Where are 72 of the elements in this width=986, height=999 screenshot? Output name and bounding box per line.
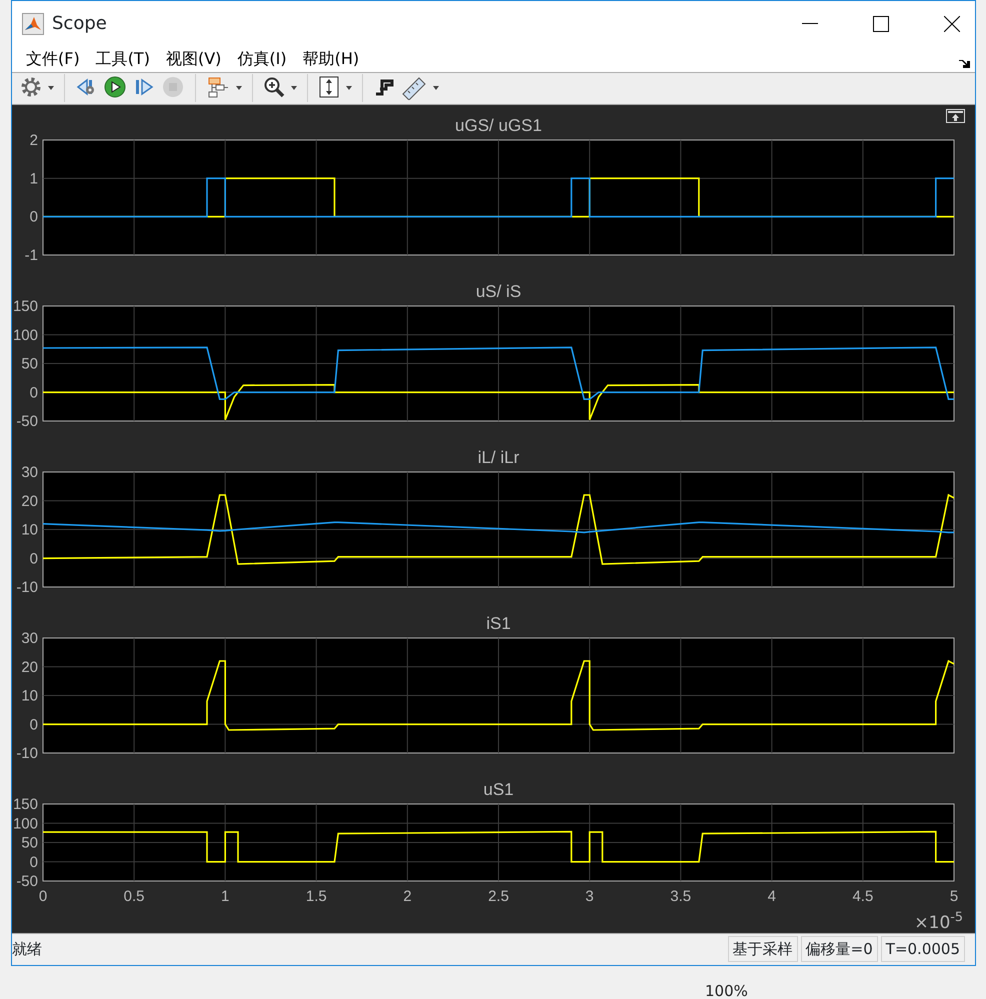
status-field: 基于采样	[728, 936, 798, 962]
axis-tick-label: 2	[403, 888, 412, 905]
caret-icon	[433, 86, 439, 90]
minimize-icon	[802, 22, 818, 24]
maximize-icon	[873, 16, 889, 32]
axis-tick-label: 0	[30, 384, 38, 402]
axis-tick-label: 2.5	[488, 888, 509, 905]
axis-tick-label: 4	[768, 888, 776, 905]
axis-tick-label: 20	[21, 492, 38, 510]
axis-tick-label: 3.5	[670, 888, 692, 905]
dropdown-button[interactable]	[46, 84, 56, 92]
axis-tick-label: 1	[30, 170, 38, 188]
axis-tick-label: 2	[30, 132, 38, 149]
undock-icon[interactable]	[946, 108, 965, 123]
axis-tick-label: 50	[21, 355, 38, 372]
status-field: 偏移量=0	[800, 936, 878, 962]
axis-tick-label: 100	[12, 815, 38, 832]
status-field: T=0.0005	[880, 936, 965, 962]
axis-tick-label: 150	[12, 796, 38, 813]
scale-axes-icon	[318, 76, 340, 100]
axis-tick-label: 0.5	[124, 888, 145, 905]
axis-tick-label: 1	[221, 888, 230, 905]
chart-title: iS1	[486, 614, 511, 633]
axis-tick-label: 0	[30, 716, 38, 734]
menu-item[interactable]: 视图(V)	[160, 46, 228, 71]
axis-tick-label: 100	[12, 326, 38, 344]
menu-item[interactable]: 帮助(H)	[296, 46, 366, 71]
axis-tick-label: 5	[950, 888, 958, 905]
axis-tick-label: -10	[16, 578, 38, 596]
axis-tick-label: 0	[38, 888, 48, 905]
axis-multiplier: ×10$^{-5}$	[914, 912, 963, 933]
chart-title: iL/ iLr	[478, 448, 520, 467]
dock-arrow-icon[interactable]	[959, 58, 971, 69]
axis-tick-label: 30	[21, 630, 38, 647]
chart-title: uS/ iS	[476, 282, 522, 301]
axis-tick-label: 30	[21, 464, 38, 481]
caret-icon	[291, 86, 297, 90]
axis-tick-label: 10	[21, 521, 38, 538]
caret-icon	[236, 86, 242, 90]
axis-tick-label: 20	[21, 658, 38, 676]
axis-tick-label: 0	[30, 854, 38, 871]
status-text: 就绪	[12, 939, 42, 960]
axis-tick-label: 50	[21, 834, 38, 852]
axis-tick-label: 0	[30, 550, 38, 568]
dropdown-button[interactable]	[431, 84, 441, 92]
hierarchy-icon	[206, 76, 230, 100]
dropdown-button[interactable]	[289, 84, 299, 92]
axis-tick-label: 10	[21, 687, 38, 704]
axis-tick-label: 1.5	[306, 888, 327, 905]
axis-tick-label: 3	[585, 888, 594, 905]
axis-tick-label: 4.5	[852, 888, 874, 905]
window-title: Scope	[52, 12, 107, 36]
axis-tick-label: 150	[12, 298, 38, 315]
play-icon	[103, 76, 127, 100]
zoom-level-text: 100%	[705, 984, 748, 999]
axis-tick-label: -50	[16, 412, 38, 430]
app-logo-icon	[22, 12, 44, 34]
close-icon	[944, 16, 960, 32]
chart-title: uGS/ uGS1	[455, 116, 542, 135]
caret-icon	[346, 86, 352, 90]
axis-tick-label: 0	[30, 208, 38, 226]
axis-tick-label: -1	[24, 246, 38, 264]
axis-tick-label: -10	[16, 744, 38, 762]
chart-title: uS1	[483, 780, 514, 799]
menu-item[interactable]: 仿真(I)	[231, 46, 293, 71]
ruler-icon	[401, 76, 427, 100]
menu-item[interactable]: 工具(T)	[90, 46, 156, 71]
dropdown-button[interactable]	[344, 84, 354, 92]
axis-tick-label: -50	[16, 872, 38, 890]
caret-icon	[48, 86, 54, 90]
menu-item[interactable]: 文件(F)	[20, 46, 86, 71]
dropdown-button[interactable]	[234, 84, 244, 92]
